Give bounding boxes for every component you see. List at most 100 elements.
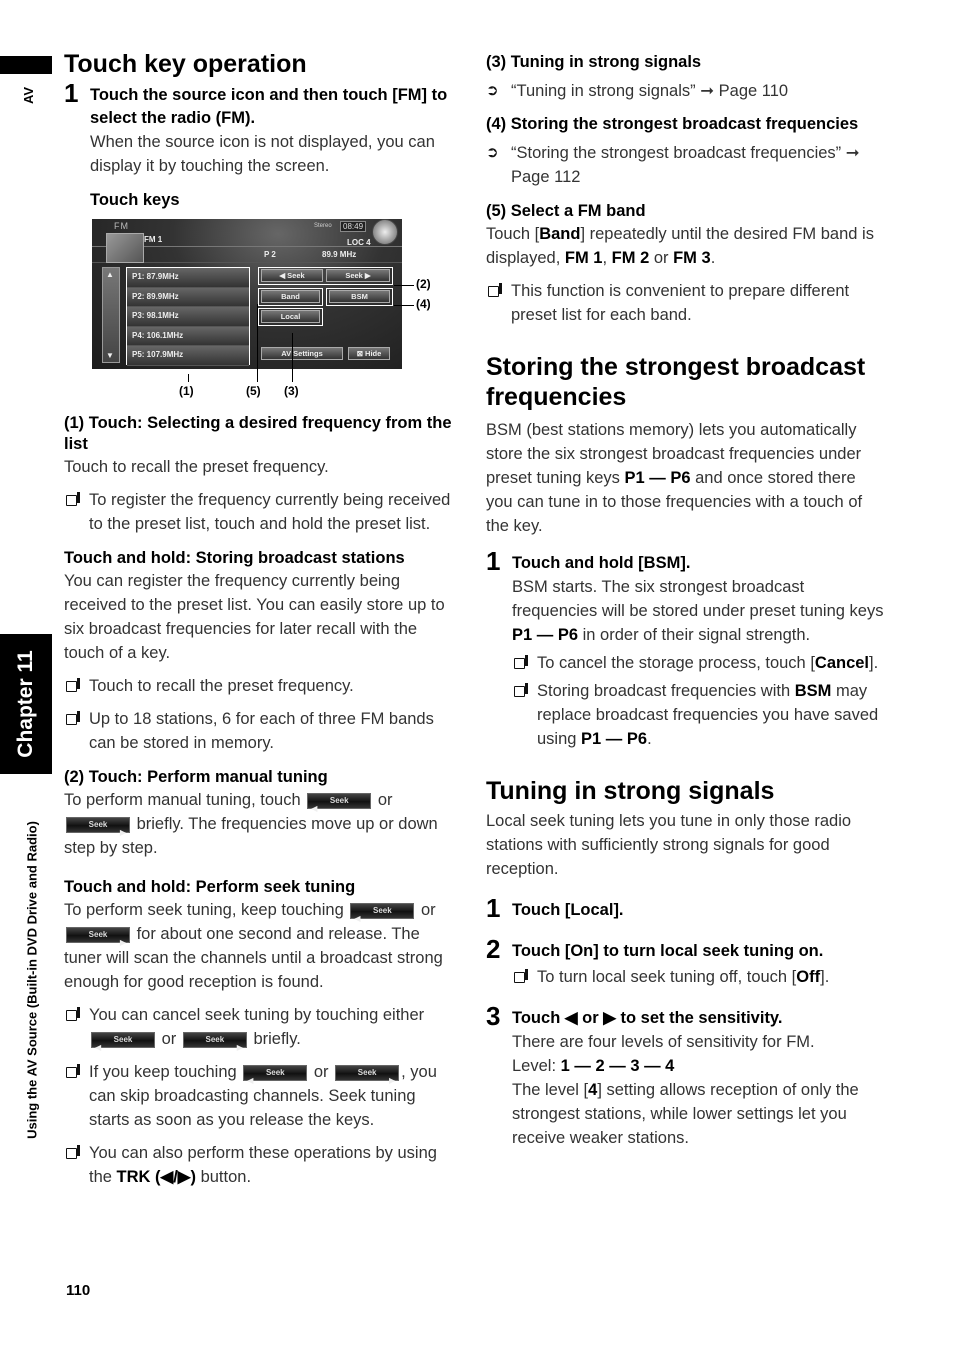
paragraph: To perform manual tuning, touch ◀ Seek or… bbox=[64, 788, 456, 860]
seek-label: Seek bbox=[88, 819, 108, 829]
text: Level: bbox=[512, 1057, 561, 1075]
step-body: The level [4] setting allows reception o… bbox=[512, 1078, 886, 1150]
text: Touch [ bbox=[486, 225, 540, 243]
preset-range: P1 — P6 bbox=[581, 730, 648, 748]
trk-button-label: TRK (◀/▶) bbox=[116, 1168, 196, 1186]
note-text: This function is convenient to prepare d… bbox=[511, 282, 850, 324]
note: To cancel the storage process, touch [Ca… bbox=[512, 651, 886, 675]
paragraph: You can register the frequency currently… bbox=[64, 572, 445, 662]
seek-label: Seek bbox=[329, 795, 349, 805]
stereo-indicator: Stereo bbox=[314, 223, 332, 229]
step-number: 1 bbox=[486, 546, 501, 576]
preset-item[interactable]: P4: 106.1MHz bbox=[127, 326, 249, 346]
step-number: 1 bbox=[64, 78, 79, 108]
note-text: Storing broadcast frequencies with bbox=[537, 682, 795, 700]
section-heading-tuning-strong: Tuning in strong signals bbox=[486, 777, 775, 805]
step-1: 1 Touch the source icon and then touch [… bbox=[64, 78, 456, 211]
band-key-name: Band bbox=[539, 225, 581, 243]
section-heading-bsm: Storing the strongest broadcast frequenc… bbox=[486, 353, 866, 411]
step-number: 1 bbox=[486, 893, 501, 923]
band-button[interactable]: Band bbox=[261, 290, 320, 303]
touch-keys-label: Touch keys bbox=[90, 191, 180, 209]
note-text: To cancel the storage process, touch [ bbox=[537, 654, 815, 672]
step-title: Touch [On] to turn local seek tuning on. bbox=[512, 942, 824, 960]
text: or bbox=[161, 1030, 177, 1048]
cross-reference[interactable]: ➲ “Tuning in strong signals” ➞ Page 110 bbox=[486, 79, 886, 103]
step-number: 3 bbox=[486, 1001, 501, 1031]
step-title: Touch and hold [BSM]. bbox=[512, 554, 691, 572]
seek-left-inline-icon: ◀ Seek bbox=[307, 792, 372, 813]
preset-item[interactable]: P3: 98.1MHz bbox=[127, 307, 249, 327]
chapter-caption-text: Using the AV Source (Built-in DVD Drive … bbox=[24, 821, 40, 1139]
right-column: (3) Tuning in strong signals ➲ “Tuning in… bbox=[486, 52, 886, 1150]
local-button[interactable]: Local bbox=[261, 310, 320, 323]
text: The level [ bbox=[512, 1081, 589, 1099]
reference-link[interactable]: “Storing the strongest broadcast frequen… bbox=[511, 144, 860, 186]
reference-link[interactable]: “Tuning in strong signals” ➞ Page 110 bbox=[511, 82, 788, 100]
seek-label: Seek bbox=[88, 929, 108, 939]
note-checkbox-icon bbox=[514, 969, 528, 983]
seek-left-inline-icon: ◀ Seek bbox=[91, 1031, 155, 1052]
preset-item[interactable]: P2: 89.9MHz bbox=[127, 287, 249, 307]
side-section-tab: AV bbox=[21, 84, 40, 108]
preset-item[interactable]: P5: 107.9MHz bbox=[127, 346, 249, 366]
scroll-down-icon[interactable]: ▼ bbox=[106, 351, 114, 360]
seek-right-button[interactable]: Seek ▶ bbox=[326, 269, 390, 282]
text: or bbox=[377, 791, 393, 809]
bsm-key-name: BSM bbox=[794, 682, 832, 700]
preset-indicator: P 2 bbox=[264, 250, 276, 259]
preset-item[interactable]: P1: 87.9MHz bbox=[127, 268, 249, 288]
bsm-button[interactable]: BSM bbox=[329, 290, 390, 303]
step-body: When the source icon is not displayed, y… bbox=[90, 133, 435, 175]
seek-left-button[interactable]: ◀ Seek bbox=[261, 269, 323, 282]
scroll-up-icon[interactable]: ▲ bbox=[106, 270, 114, 279]
text: or bbox=[313, 1063, 329, 1081]
preset-scrollbar[interactable]: ▲ ▼ bbox=[102, 267, 120, 363]
preset-range: P1 — P6 bbox=[512, 626, 579, 644]
cross-reference[interactable]: ➲ “Storing the strongest broadcast freque… bbox=[486, 141, 886, 189]
sensitivity-levels: 1 — 2 — 3 — 4 bbox=[560, 1057, 675, 1075]
note-text: button. bbox=[200, 1168, 252, 1186]
note: This function is convenient to prepare d… bbox=[486, 279, 886, 327]
source-label: FM bbox=[114, 221, 129, 231]
hide-button[interactable]: ⊠ Hide bbox=[348, 347, 390, 360]
note-checkbox-icon bbox=[66, 678, 80, 692]
note-checkbox-icon bbox=[66, 1007, 80, 1021]
source-icon[interactable] bbox=[106, 233, 144, 263]
seek-left-inline-icon: ◀ Seek bbox=[350, 902, 415, 923]
note-text: ]. bbox=[820, 968, 830, 986]
seek-right-inline-icon: Seek ▶ bbox=[182, 1031, 247, 1052]
note: You can cancel seek tuning by touching e… bbox=[64, 1003, 456, 1052]
av-settings-button[interactable]: AV Settings bbox=[261, 347, 343, 360]
step-number: 2 bbox=[486, 934, 501, 964]
note: If you keep touching ◀ Seek or Seek ▶, you… bbox=[64, 1060, 456, 1132]
callout-line bbox=[188, 374, 189, 382]
frequency-display: 89.9 MHz bbox=[322, 250, 357, 259]
note-text: If you keep touching bbox=[89, 1063, 237, 1081]
callout-line bbox=[257, 304, 258, 382]
chapter-caption: Using the AV Source (Built-in DVD Drive … bbox=[22, 780, 42, 1180]
band-fm2: FM 2 bbox=[611, 249, 650, 267]
text: . bbox=[710, 249, 716, 267]
step-title: Touch [Local]. bbox=[512, 901, 624, 919]
callout-line bbox=[394, 305, 414, 306]
reference-arrow-icon: ➲ bbox=[486, 82, 499, 99]
note-text: Touch to recall the preset frequency. bbox=[89, 677, 354, 695]
text: To perform seek tuning, keep touching bbox=[64, 901, 344, 919]
subheading-seek-tuning: Touch and hold: Perform seek tuning bbox=[64, 878, 356, 896]
level-4: 4 bbox=[588, 1081, 598, 1099]
note-text: To turn local seek tuning off, touch [ bbox=[537, 968, 797, 986]
step-title: Touch the source icon and then touch [FM… bbox=[90, 86, 448, 127]
note-text: . bbox=[647, 730, 652, 748]
text: BSM starts. The six strongest broadcast … bbox=[512, 578, 884, 620]
paragraph: BSM (best stations memory) lets you auto… bbox=[486, 418, 886, 538]
note-checkbox-icon bbox=[66, 1145, 80, 1159]
subheading-storing-strongest: (4) Storing the strongest broadcast freq… bbox=[486, 115, 859, 133]
preset-list: P1: 87.9MHz P2: 89.9MHz P3: 98.1MHz P4: … bbox=[126, 267, 250, 366]
subheading-select-band: (5) Select a FM band bbox=[486, 202, 646, 220]
tuning-step-2: 2 Touch [On] to turn local seek tuning o… bbox=[486, 934, 886, 989]
note-checkbox-icon bbox=[514, 655, 528, 669]
tuning-step-1: 1 Touch [Local]. bbox=[486, 893, 886, 923]
chapter-tab: Chapter 11 bbox=[0, 634, 52, 774]
note-text: Up to 18 stations, 6 for each of three F… bbox=[89, 710, 434, 752]
